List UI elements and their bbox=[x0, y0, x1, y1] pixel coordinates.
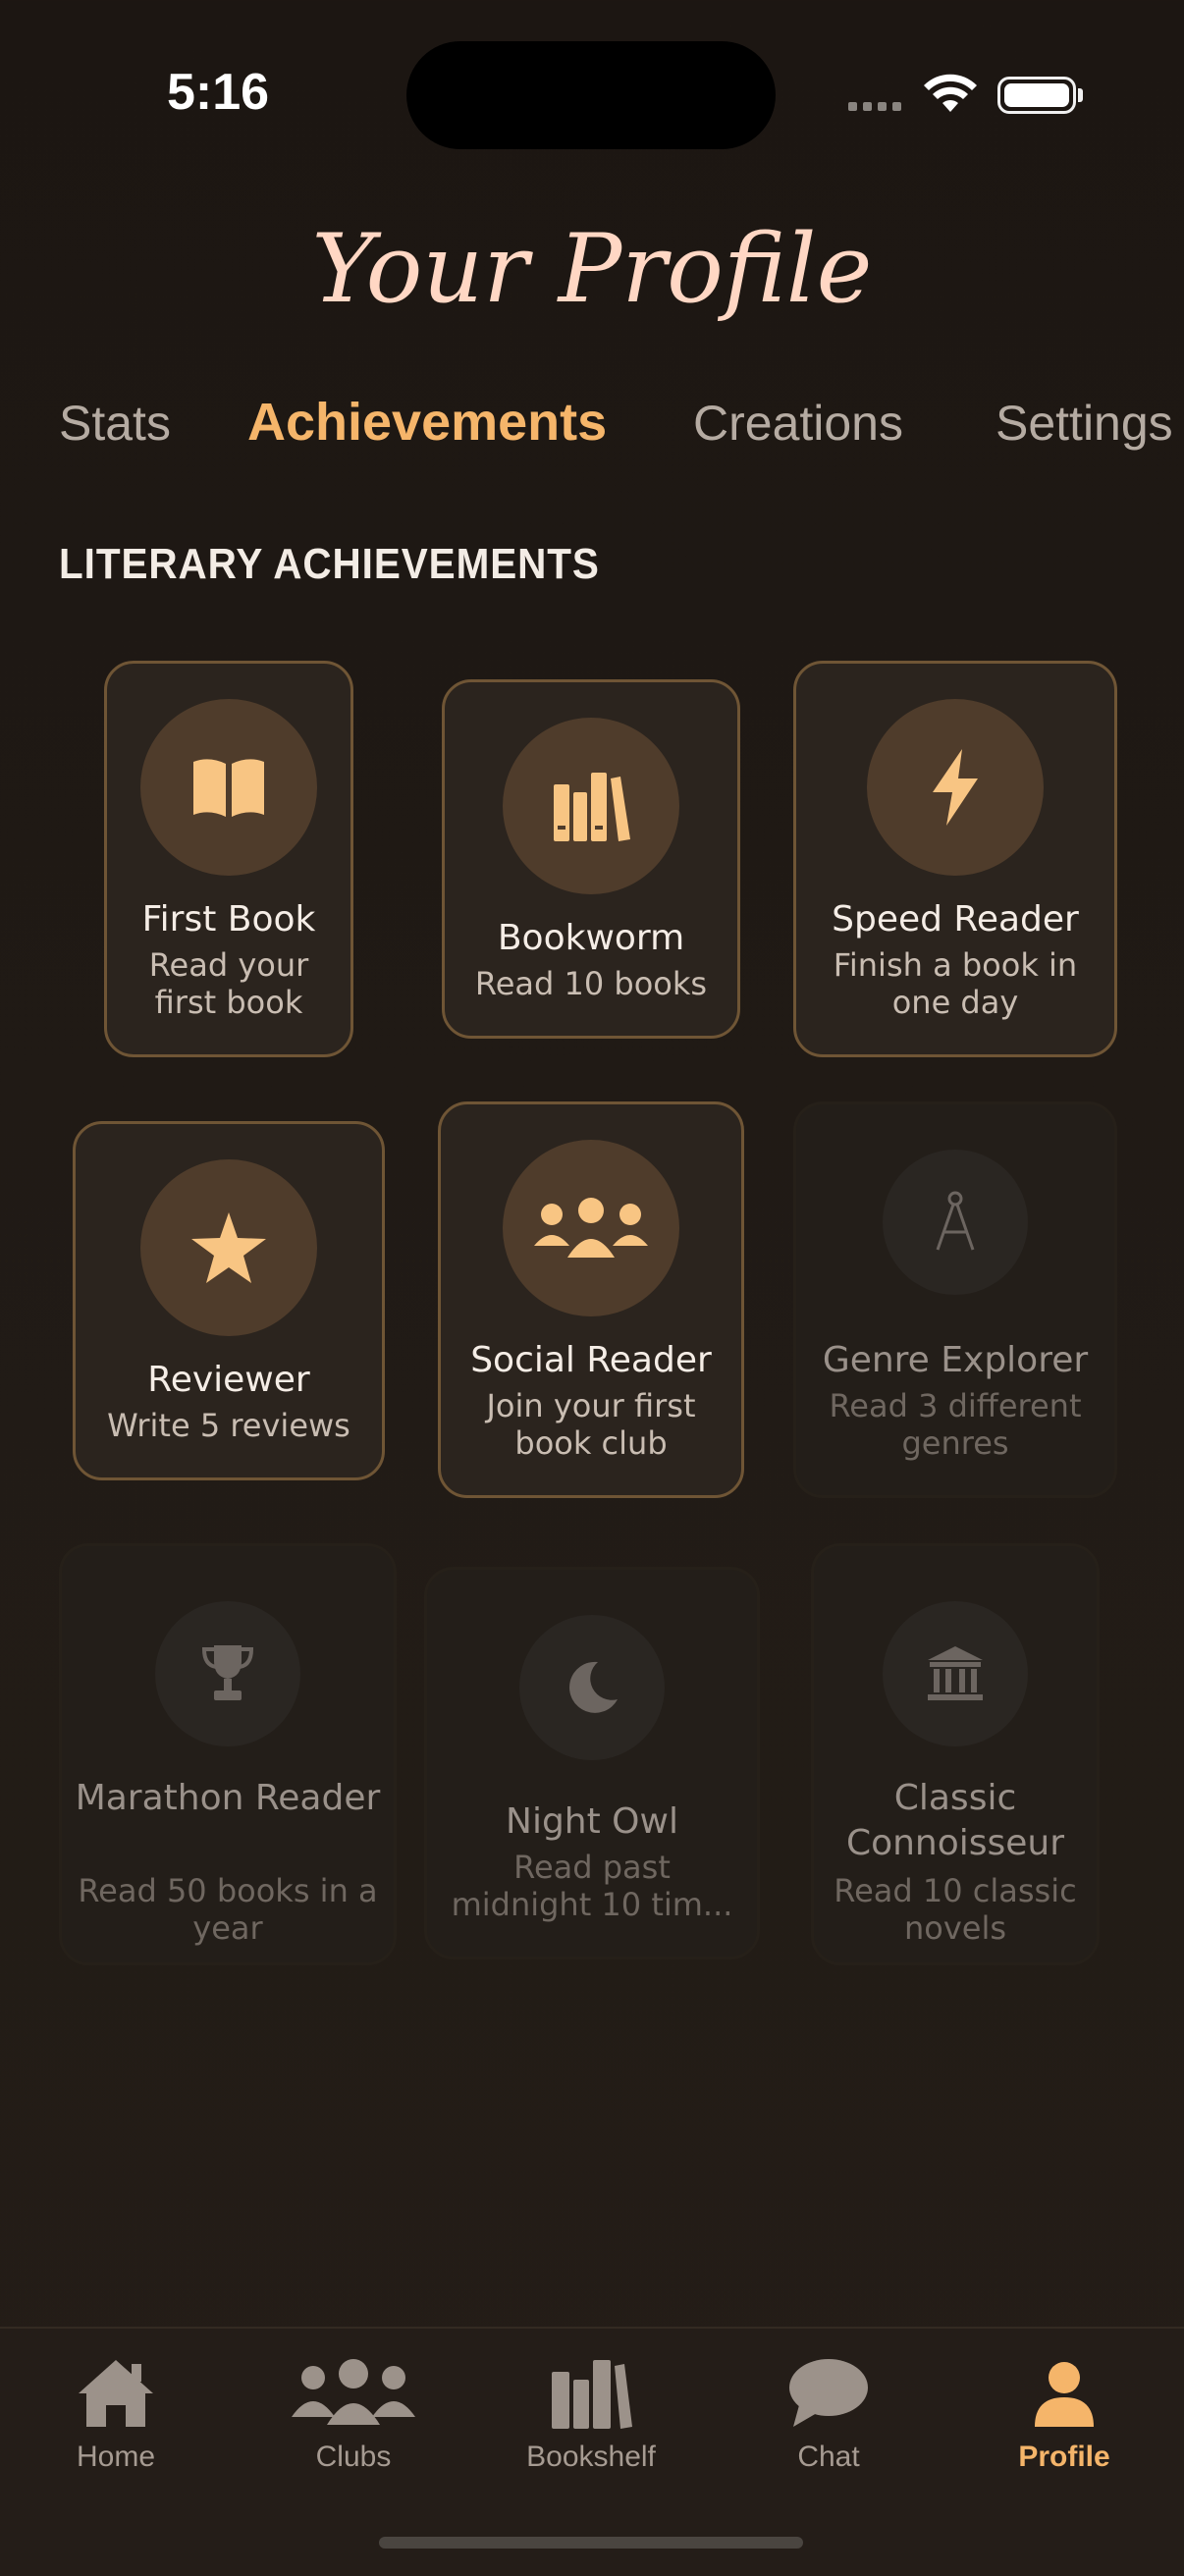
compass-icon bbox=[883, 1150, 1028, 1295]
bookshelf-icon bbox=[552, 2360, 632, 2429]
achievement-card-first-book[interactable]: First Book Read your first book bbox=[104, 661, 353, 1057]
achievement-name: Marathon Reader bbox=[75, 1778, 381, 1818]
achievement-desc: Join your first book club bbox=[486, 1387, 696, 1462]
tab-settings[interactable]: Settings bbox=[996, 395, 1173, 452]
tab-creations[interactable]: Creations bbox=[693, 395, 903, 452]
achievement-name: Genre Explorer bbox=[822, 1340, 1089, 1380]
achievement-name: Reviewer bbox=[147, 1360, 310, 1400]
achievement-card-speed-reader[interactable]: Speed Reader Finish a book in one day bbox=[793, 661, 1117, 1057]
achievement-name: Bookworm bbox=[497, 918, 685, 958]
person-icon bbox=[1035, 2362, 1094, 2427]
nav-chat-label: Chat bbox=[797, 2441, 860, 2473]
museum-icon bbox=[883, 1601, 1028, 1746]
achievement-name: First Book bbox=[141, 899, 316, 939]
achievement-desc: Read your first book bbox=[148, 946, 309, 1021]
achievement-desc: Write 5 reviews bbox=[107, 1407, 350, 1444]
group-icon bbox=[292, 2359, 415, 2425]
achievement-card-bookworm[interactable]: Bookworm Read 10 books bbox=[442, 679, 740, 1039]
achievement-desc: Read past midnight 10 tim... bbox=[451, 1849, 733, 1923]
nav-clubs-label: Clubs bbox=[315, 2441, 392, 2473]
nav-bookshelf-label: Bookshelf bbox=[526, 2441, 656, 2473]
achievement-desc: Read 10 books bbox=[474, 965, 708, 1002]
cellular-signal-icon bbox=[848, 102, 907, 114]
home-icon bbox=[79, 2360, 153, 2427]
achievement-desc: Finish a book in one day bbox=[833, 946, 1078, 1021]
achievement-card-night-owl[interactable]: Night Owl Read past midnight 10 tim... bbox=[424, 1567, 760, 1959]
nav-home-label: Home bbox=[76, 2441, 156, 2473]
lightning-icon bbox=[867, 699, 1044, 876]
nav-bookshelf[interactable]: Bookshelf bbox=[503, 2356, 679, 2474]
home-indicator[interactable] bbox=[379, 2537, 803, 2549]
nav-chat[interactable]: Chat bbox=[740, 2356, 917, 2474]
wifi-icon bbox=[923, 73, 978, 118]
status-time: 5:16 bbox=[167, 64, 270, 121]
achievement-name: Speed Reader bbox=[832, 899, 1079, 939]
chat-bubble-icon bbox=[789, 2359, 868, 2427]
achievement-desc: Read 50 books in a year bbox=[78, 1872, 378, 1947]
tab-achievements[interactable]: Achievements bbox=[247, 392, 607, 453]
nav-profile[interactable]: Profile bbox=[976, 2356, 1153, 2474]
achievement-card-classic-connoisseur[interactable]: Classic Connoisseur Read 10 classic nove… bbox=[811, 1543, 1100, 1965]
trophy-icon bbox=[155, 1601, 300, 1746]
section-title: LITERARY ACHIEVEMENTS bbox=[59, 540, 600, 588]
achievement-card-social-reader[interactable]: Social Reader Join your first book club bbox=[438, 1101, 744, 1498]
dynamic-island bbox=[406, 41, 776, 149]
achievement-name: Social Reader bbox=[470, 1340, 712, 1380]
tab-stats[interactable]: Stats bbox=[59, 395, 171, 452]
achievement-desc: Read 10 classic novels bbox=[834, 1872, 1077, 1947]
nav-clubs[interactable]: Clubs bbox=[265, 2356, 442, 2474]
star-icon bbox=[140, 1159, 317, 1336]
achievement-name: Night Owl bbox=[506, 1801, 678, 1842]
nav-profile-label: Profile bbox=[1018, 2441, 1110, 2473]
moon-icon bbox=[519, 1615, 665, 1760]
achievement-card-marathon-reader[interactable]: Marathon Reader Read 50 books in a year bbox=[59, 1543, 397, 1965]
open-book-icon bbox=[140, 699, 317, 876]
achievement-card-genre-explorer[interactable]: Genre Explorer Read 3 different genres bbox=[793, 1101, 1117, 1498]
people-icon bbox=[503, 1140, 679, 1316]
nav-home[interactable]: Home bbox=[27, 2356, 204, 2474]
achievement-card-reviewer[interactable]: Reviewer Write 5 reviews bbox=[73, 1121, 385, 1480]
battery-icon bbox=[997, 77, 1076, 114]
page-title: Your Profile bbox=[311, 214, 873, 324]
achievement-name: Classic Connoisseur bbox=[845, 1778, 1065, 1863]
achievement-desc: Read 3 different genres bbox=[829, 1387, 1082, 1462]
books-icon bbox=[503, 718, 679, 894]
battery-tip bbox=[1078, 88, 1083, 102]
